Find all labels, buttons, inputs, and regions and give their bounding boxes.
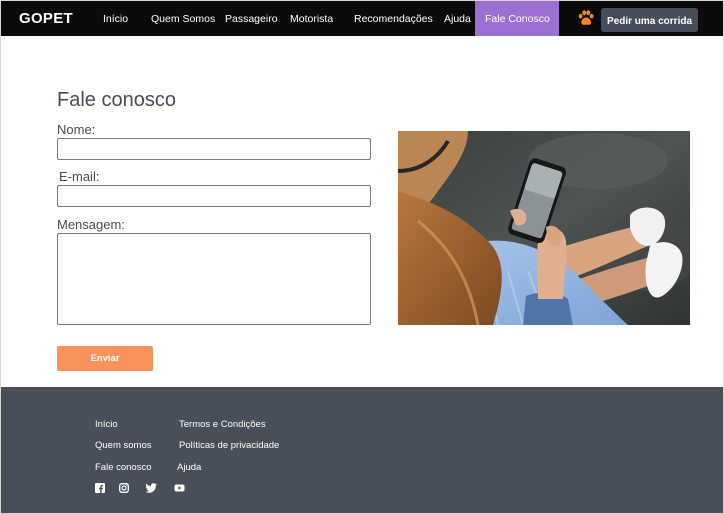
contact-photo: [398, 131, 690, 325]
footer: Início Quem somos Fale conosco Termos e …: [1, 387, 723, 513]
youtube-icon[interactable]: [174, 483, 185, 493]
facebook-icon[interactable]: [95, 483, 105, 493]
nav-item-passageiro[interactable]: Passageiro: [225, 13, 278, 25]
instagram-icon[interactable]: [119, 483, 129, 493]
footer-link-termos[interactable]: Termos e Condições: [179, 419, 266, 430]
email-label: E-mail:: [59, 169, 100, 184]
brand-logo[interactable]: GOPET: [19, 10, 73, 27]
footer-link-privacidade[interactable]: Políticas de privacidade: [179, 440, 279, 451]
nav-item-recomendacoes[interactable]: Recomendações: [354, 13, 433, 25]
message-label: Mensagem:: [57, 217, 125, 232]
footer-link-quem-somos[interactable]: Quem somos: [95, 440, 152, 451]
name-field[interactable]: [57, 138, 371, 160]
footer-link-ajuda[interactable]: Ajuda: [177, 462, 201, 473]
email-field[interactable]: [57, 185, 371, 207]
page-title: Fale conosco: [57, 89, 176, 111]
page: GOPET Início Quem Somos Passageiro Motor…: [0, 0, 724, 514]
send-button[interactable]: Enviar: [57, 346, 153, 371]
name-label: Nome:: [57, 122, 96, 137]
paw-icon[interactable]: [577, 9, 595, 27]
nav-item-inicio[interactable]: Início: [103, 13, 128, 25]
nav-item-fale-conosco[interactable]: Fale Conosco: [475, 1, 559, 36]
footer-link-fale-conosco[interactable]: Fale conosco: [95, 462, 152, 473]
nav-item-quem-somos[interactable]: Quem Somos: [151, 13, 215, 25]
nav-item-motorista[interactable]: Motorista: [290, 13, 333, 25]
message-textarea[interactable]: [57, 233, 371, 325]
nav-item-ajuda[interactable]: Ajuda: [444, 13, 471, 25]
top-navbar: GOPET Início Quem Somos Passageiro Motor…: [1, 1, 723, 36]
footer-link-inicio[interactable]: Início: [95, 419, 118, 430]
request-ride-button[interactable]: Pedir uma corrida: [601, 8, 698, 32]
twitter-icon[interactable]: [146, 483, 157, 493]
